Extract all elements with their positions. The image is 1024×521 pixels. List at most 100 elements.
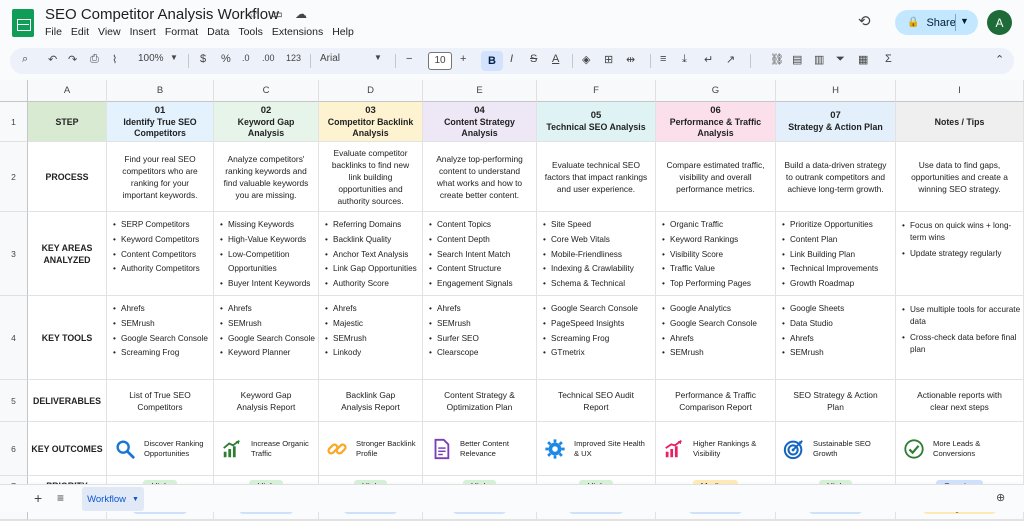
key-tools-cell-f[interactable]: Google Search ConsolePageSpeed InsightsS… bbox=[537, 296, 656, 380]
row-header-5[interactable]: 5 bbox=[0, 380, 28, 422]
outcome-cell-f[interactable]: Improved Site Health & UX bbox=[537, 422, 656, 476]
menu-file[interactable]: File bbox=[45, 26, 62, 38]
column-header-i[interactable]: I bbox=[896, 80, 1024, 102]
column-header-a[interactable]: A bbox=[28, 80, 107, 102]
italic-icon[interactable]: I bbox=[510, 53, 513, 65]
process-cell-h[interactable]: Build a data-driven strategy to outrank … bbox=[776, 142, 896, 212]
key-tools-cell-c[interactable]: AhrefsSEMrushGoogle Search ConsoleKeywor… bbox=[214, 296, 319, 380]
step-header-g[interactable]: 06 Performance & Traffic Analysis bbox=[656, 102, 776, 142]
key-tools-cell-e[interactable]: AhrefsSEMrushSurfer SEOClearscope bbox=[423, 296, 537, 380]
key-areas-cell-f[interactable]: Site SpeedCore Web VitalsMobile-Friendli… bbox=[537, 212, 656, 296]
process-cell-i[interactable]: Use data to find gaps, opportunities and… bbox=[896, 142, 1024, 212]
outcome-cell-g[interactable]: Higher Rankings & Visibility bbox=[656, 422, 776, 476]
outcome-cell-i[interactable]: More Leads & Conversions bbox=[896, 422, 1024, 476]
process-cell-f[interactable]: Evaluate technical SEO factors that impa… bbox=[537, 142, 656, 212]
step-header-d[interactable]: 03 Competitor Backlink Analysis bbox=[319, 102, 423, 142]
key-areas-cell-c[interactable]: Missing KeywordsHigh-Value KeywordsLow-C… bbox=[214, 212, 319, 296]
menu-help[interactable]: Help bbox=[332, 26, 354, 38]
row-label-deliverables[interactable]: DELIVERABLES bbox=[28, 380, 107, 422]
outcome-cell-b[interactable]: Discover Ranking Opportunities bbox=[107, 422, 214, 476]
row-label-process[interactable]: PROCESS bbox=[28, 142, 107, 212]
key-tools-cell-g[interactable]: Google AnalyticsGoogle Search ConsoleAhr… bbox=[656, 296, 776, 380]
currency-format-button[interactable]: $ bbox=[200, 53, 206, 65]
menu-format[interactable]: Format bbox=[165, 26, 198, 38]
version-history-icon[interactable]: ⟲ bbox=[858, 12, 871, 30]
select-all-corner[interactable] bbox=[0, 80, 28, 102]
avatar[interactable]: A bbox=[987, 10, 1012, 35]
sheets-logo-icon[interactable] bbox=[12, 9, 34, 37]
row-header-2[interactable]: 2 bbox=[0, 142, 28, 212]
text-rotation-icon[interactable]: ↗ bbox=[726, 53, 735, 66]
process-cell-g[interactable]: Compare estimated traffic, visibility an… bbox=[656, 142, 776, 212]
font-chevron-icon[interactable]: ▼ bbox=[374, 53, 382, 62]
borders-icon[interactable]: ⊞ bbox=[604, 53, 613, 66]
outcome-cell-h[interactable]: Sustainable SEO Growth bbox=[776, 422, 896, 476]
column-header-h[interactable]: H bbox=[776, 80, 896, 102]
move-folder-icon[interactable]: ▭ bbox=[269, 7, 285, 21]
row-header-6[interactable]: 6 bbox=[0, 422, 28, 476]
row-label-key-outcomes[interactable]: KEY OUTCOMES bbox=[28, 422, 107, 476]
font-size-input[interactable]: 10 bbox=[428, 52, 452, 70]
fill-color-icon[interactable]: ◈ bbox=[582, 53, 590, 66]
row-label-key-tools[interactable]: KEY TOOLS bbox=[28, 296, 107, 380]
row-header-4[interactable]: 4 bbox=[0, 296, 28, 380]
horizontal-align-icon[interactable]: ≡ bbox=[660, 53, 666, 65]
menu-data[interactable]: Data bbox=[207, 26, 229, 38]
row-label-step[interactable]: STEP bbox=[28, 102, 107, 142]
deliverable-cell-f[interactable]: Technical SEO Audit Report bbox=[537, 380, 656, 422]
add-sheet-icon[interactable]: + bbox=[34, 490, 42, 506]
key-tools-cell-i[interactable]: Use multiple tools for accurate data Cros… bbox=[896, 296, 1024, 380]
key-areas-cell-h[interactable]: Prioritize OpportunitiesContent PlanLink… bbox=[776, 212, 896, 296]
column-header-e[interactable]: E bbox=[423, 80, 537, 102]
row-label-key-areas[interactable]: KEY AREAS ANALYZED bbox=[28, 212, 107, 296]
key-areas-cell-b[interactable]: SERP CompetitorsKeyword CompetitorsConte… bbox=[107, 212, 214, 296]
deliverable-cell-c[interactable]: Keyword Gap Analysis Report bbox=[214, 380, 319, 422]
menu-edit[interactable]: Edit bbox=[71, 26, 89, 38]
outcome-cell-d[interactable]: Stronger Backlink Profile bbox=[319, 422, 423, 476]
key-tools-cell-d[interactable]: AhrefsMajesticSEMrushLinkody bbox=[319, 296, 423, 380]
star-icon[interactable]: ☆ bbox=[245, 7, 261, 21]
decrease-decimal-button[interactable]: .0 bbox=[242, 53, 250, 63]
chevron-down-icon[interactable]: ▼ bbox=[132, 496, 139, 503]
redo-icon[interactable]: ↷ bbox=[68, 53, 77, 66]
outcome-cell-e[interactable]: Better Content Relevance bbox=[423, 422, 537, 476]
vertical-align-icon[interactable]: ⤓ bbox=[682, 53, 687, 66]
document-title[interactable]: SEO Competitor Analysis Workflow bbox=[45, 6, 279, 23]
deliverable-cell-g[interactable]: Performance & Traffic Comparison Report bbox=[656, 380, 776, 422]
collapse-toolbar-icon[interactable]: ⌃ bbox=[995, 53, 1004, 66]
increase-font-size-icon[interactable]: + bbox=[460, 53, 466, 65]
deliverable-cell-h[interactable]: SEO Strategy & Action Plan bbox=[776, 380, 896, 422]
undo-icon[interactable]: ↶ bbox=[48, 53, 57, 66]
increase-decimal-button[interactable]: .00 bbox=[262, 53, 275, 63]
step-header-b[interactable]: 01 Identify True SEO Competitors bbox=[107, 102, 214, 142]
menu-extensions[interactable]: Extensions bbox=[272, 26, 323, 38]
step-header-c[interactable]: 02 Keyword Gap Analysis bbox=[214, 102, 319, 142]
column-header-f[interactable]: F bbox=[537, 80, 656, 102]
key-areas-cell-i[interactable]: Focus on quick wins + long-term wins Upda… bbox=[896, 212, 1024, 296]
paint-format-icon[interactable]: ⌇ bbox=[112, 53, 117, 66]
insert-link-icon[interactable]: ⛓ bbox=[770, 53, 784, 66]
cloud-status-icon[interactable]: ☁ bbox=[293, 7, 309, 21]
filter-views-icon[interactable]: ▦ bbox=[858, 53, 868, 66]
deliverable-cell-e[interactable]: Content Strategy & Optimization Plan bbox=[423, 380, 537, 422]
process-cell-e[interactable]: Analyze top-performing content to unders… bbox=[423, 142, 537, 212]
column-header-d[interactable]: D bbox=[319, 80, 423, 102]
filter-icon[interactable]: ⏷ bbox=[836, 53, 845, 66]
menu-insert[interactable]: Insert bbox=[130, 26, 156, 38]
insert-chart-icon[interactable]: ▥ bbox=[814, 53, 824, 66]
percent-format-button[interactable]: % bbox=[221, 53, 231, 65]
all-sheets-icon[interactable]: ≡ bbox=[57, 491, 64, 505]
zoom-select[interactable]: 100% bbox=[138, 53, 164, 64]
process-cell-d[interactable]: Evaluate competitor backlinks to find ne… bbox=[319, 142, 423, 212]
number-format-button[interactable]: 123 bbox=[286, 53, 301, 63]
row-header-1[interactable]: 1 bbox=[0, 102, 28, 142]
insert-comment-icon[interactable]: ▤ bbox=[792, 53, 802, 66]
step-header-e[interactable]: 04 Content Strategy Analysis bbox=[423, 102, 537, 142]
share-button[interactable]: 🔒 Share ▼ bbox=[895, 10, 978, 35]
process-cell-c[interactable]: Analyze competitors' ranking keywords an… bbox=[214, 142, 319, 212]
key-areas-cell-g[interactable]: Organic TrafficKeyword RankingsVisibilit… bbox=[656, 212, 776, 296]
decrease-font-size-icon[interactable]: − bbox=[406, 53, 412, 65]
functions-icon[interactable]: Σ bbox=[885, 53, 892, 65]
print-icon[interactable]: ⎙ bbox=[90, 53, 99, 66]
chevron-down-icon[interactable]: ▼ bbox=[960, 16, 969, 26]
